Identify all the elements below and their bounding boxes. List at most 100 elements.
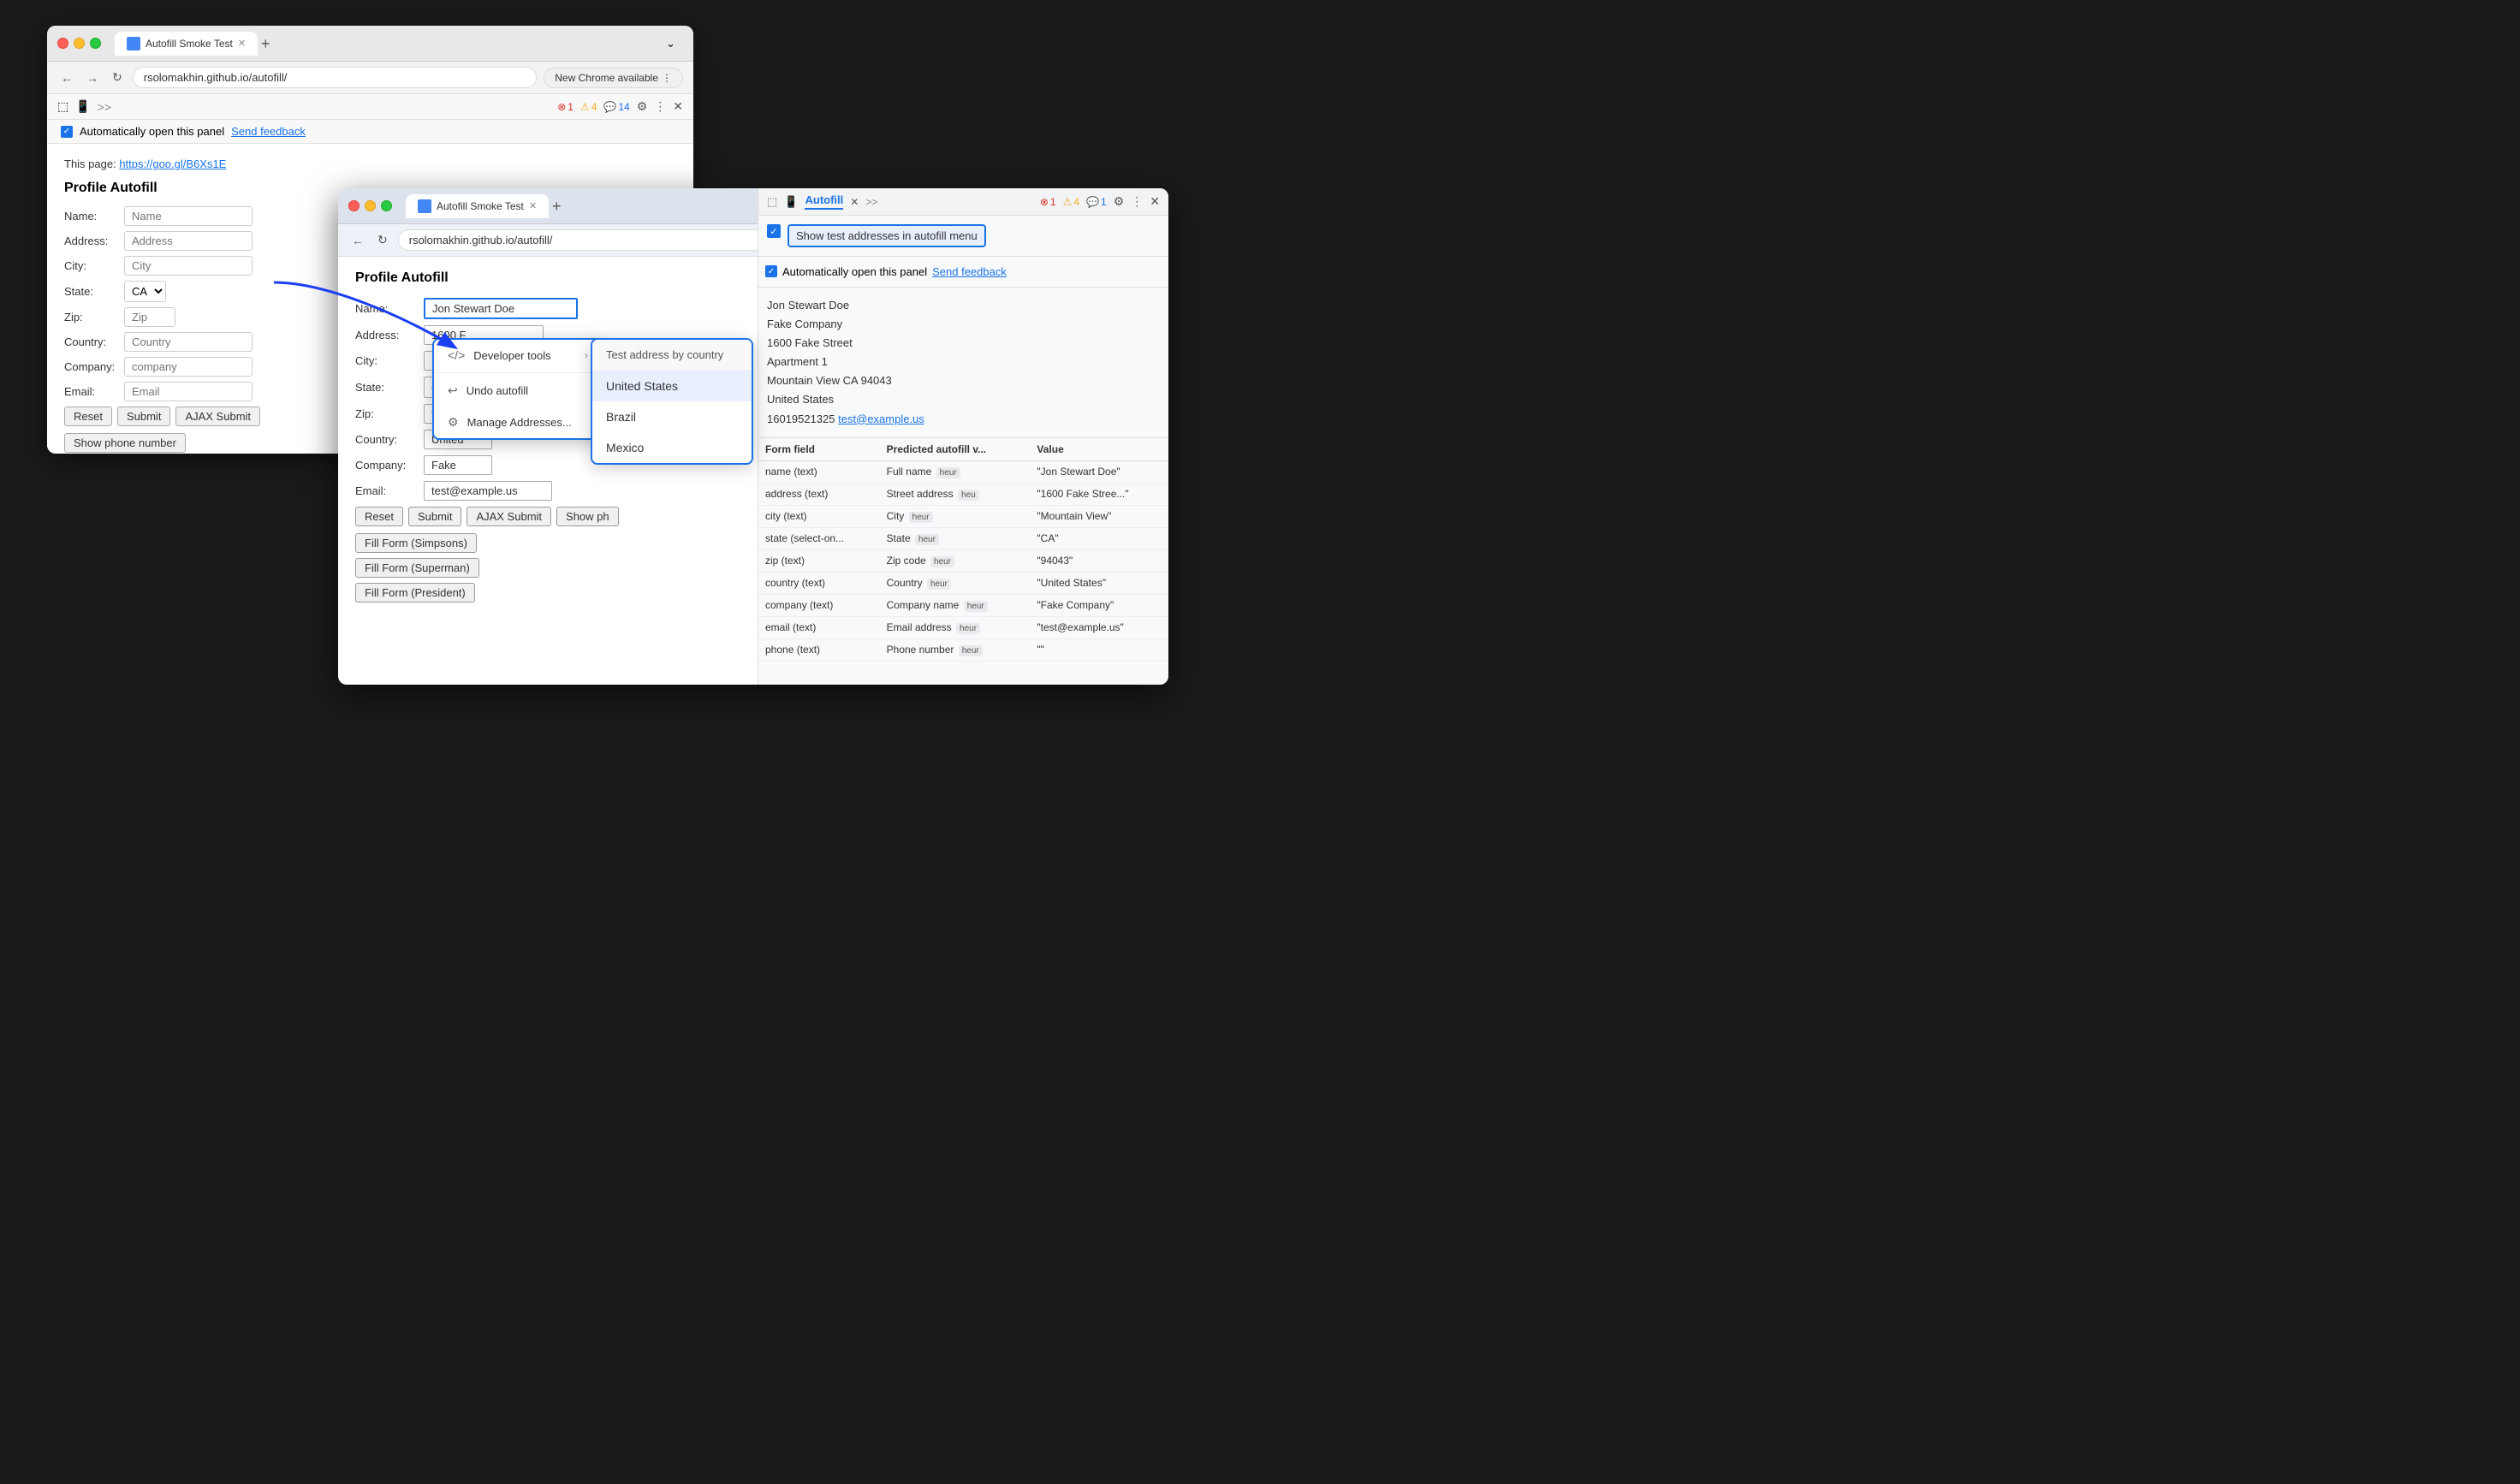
auto-open-checkbox-back[interactable]: ✓ (61, 126, 73, 138)
cursor-icon-back[interactable]: ⬚ (57, 99, 68, 114)
devtools-close-icon-back[interactable]: ✕ (673, 99, 683, 114)
tab-close-front[interactable]: ✕ (529, 200, 537, 211)
maximize-button-back[interactable] (90, 38, 101, 49)
cursor-tool-icon-front[interactable]: ⬚ (767, 195, 777, 209)
device-icon-back[interactable]: 📱 (75, 99, 90, 114)
autofill-tab-front[interactable]: Autofill (805, 193, 843, 210)
state-select-back[interactable]: CA (124, 281, 166, 302)
fill-superman-btn-front[interactable]: Fill Form (Superman) (355, 558, 479, 578)
show-phone-btn-front[interactable]: Show ph (556, 507, 619, 526)
table-row: phone (text) Phone number heur "" (758, 638, 1168, 661)
address-line1: Jon Stewart Doe (767, 296, 1160, 315)
new-chrome-label-back: New Chrome available (555, 72, 658, 84)
devtools-panel-front: ⬚ 📱 Autofill ✕ >> ⊗ 1 ⚠ 4 💬 1 ⚙ ⋮ ✕ ✓ Sh… (758, 188, 1168, 685)
active-tab-front[interactable]: Autofill Smoke Test ✕ (406, 194, 549, 218)
email-input-front[interactable] (424, 481, 552, 501)
window-menu-back[interactable]: ⌄ (666, 37, 683, 50)
address-input-back[interactable] (124, 231, 253, 251)
auto-open-checkbox-front[interactable]: ✓ (765, 265, 777, 277)
show-phone-btn-back[interactable]: Show phone number (64, 433, 186, 453)
zip-label-front: Zip: (355, 407, 424, 420)
zip-label-back: Zip: (64, 311, 124, 324)
table-cell-field: state (select-on... (758, 527, 880, 549)
address-label-front: Address: (355, 329, 424, 341)
back-button-front[interactable]: ← (348, 232, 367, 249)
send-feedback-link-front[interactable]: Send feedback (932, 265, 1007, 278)
fill-president-btn-front[interactable]: Fill Form (President) (355, 583, 475, 603)
maximize-button-front[interactable] (381, 200, 392, 211)
manage-icon: ⚙ (448, 415, 459, 430)
traffic-lights-back (57, 38, 101, 49)
device-tool-icon-front[interactable]: 📱 (784, 195, 798, 209)
address-preview-front: Jon Stewart Doe Fake Company 1600 Fake S… (758, 288, 1168, 438)
minimize-button-back[interactable] (74, 38, 85, 49)
close-button-back[interactable] (57, 38, 68, 49)
active-tab-back[interactable]: Autofill Smoke Test ✕ (115, 32, 258, 56)
address-line6: United States (767, 390, 1160, 409)
more-devtools-icon-front[interactable]: >> (865, 196, 877, 208)
devtools-bar-back: ⬚ 📱 >> ⊗ 1 ⚠ 4 💬 14 ⚙ ⋮ ✕ (47, 94, 693, 120)
table-row: country (text) Country heur "United Stat… (758, 572, 1168, 594)
company-input-back[interactable] (124, 357, 253, 377)
country-item-brazil[interactable]: Brazil (592, 401, 752, 432)
city-input-back[interactable] (124, 256, 253, 276)
address-email[interactable]: test@example.us (838, 413, 924, 425)
new-chrome-button-back[interactable]: New Chrome available ⋮ (544, 68, 683, 88)
table-cell-value: "Mountain View" (1030, 505, 1168, 527)
company-label-back: Company: (64, 360, 124, 373)
ajax-btn-back[interactable]: AJAX Submit (175, 407, 260, 426)
titlebar-back: Autofill Smoke Test ✕ + ⌄ (47, 26, 693, 62)
country-input-back[interactable] (124, 332, 253, 352)
table-cell-value: "1600 Fake Stree..." (1030, 483, 1168, 505)
email-input-back[interactable] (124, 382, 253, 401)
country-item-mexico[interactable]: Mexico (592, 432, 752, 463)
forward-button-back[interactable]: → (83, 69, 102, 86)
country-item-us[interactable]: United States (592, 371, 752, 401)
table-cell-predicted: Full name heur (880, 460, 1031, 483)
country-submenu-header: Test address by country (592, 340, 752, 371)
close-button-front[interactable] (348, 200, 360, 211)
tab-close-back[interactable]: ✕ (238, 38, 246, 49)
devtools-menu-icon-back[interactable]: ⋮ (654, 99, 666, 114)
close-autofill-tab-icon-front[interactable]: ✕ (850, 196, 859, 208)
city-label-back: City: (64, 259, 124, 272)
send-feedback-link-back[interactable]: Send feedback (231, 125, 306, 138)
new-tab-button-front[interactable]: + (552, 199, 562, 214)
reset-btn-back[interactable]: Reset (64, 407, 112, 426)
zip-input-back[interactable] (124, 307, 175, 327)
table-header-value: Value (1030, 438, 1168, 461)
city-label-front: City: (355, 354, 424, 367)
ajax-btn-front[interactable]: AJAX Submit (467, 507, 551, 526)
new-tab-button-back[interactable]: + (261, 36, 270, 51)
error-badge-front: ⊗ 1 (1040, 196, 1056, 208)
settings-icon-back[interactable]: ⚙ (637, 99, 648, 114)
fill-simpsons-btn-front[interactable]: Fill Form (Simpsons) (355, 533, 477, 553)
manage-addresses-item[interactable]: ⚙ Manage Addresses... (434, 407, 602, 438)
show-test-addresses-checkbox-front[interactable]: ✓ (767, 224, 781, 238)
developer-tools-item[interactable]: </> Developer tools › (434, 340, 602, 371)
devtools-close-icon-front[interactable]: ✕ (1150, 194, 1160, 209)
devtools-menu-icon-front[interactable]: ⋮ (1131, 194, 1143, 209)
page-link-back[interactable]: https://goo.gl/B6Xs1E (119, 157, 226, 170)
refresh-button-back[interactable]: ↻ (109, 68, 126, 86)
reset-btn-front[interactable]: Reset (355, 507, 403, 526)
address-bar-url-back: rsolomakhin.github.io/autofill/ (144, 71, 288, 84)
back-button-back[interactable]: ← (57, 69, 76, 86)
name-input-front[interactable] (424, 298, 578, 319)
table-row: address (text) Street address heu "1600 … (758, 483, 1168, 505)
settings-icon-front[interactable]: ⚙ (1114, 194, 1125, 209)
undo-autofill-item[interactable]: ↩ Undo autofill (434, 375, 602, 407)
address-bar-back[interactable]: rsolomakhin.github.io/autofill/ (133, 67, 538, 88)
more-tools-icon-back[interactable]: >> (98, 100, 111, 114)
address-label-back: Address: (64, 234, 124, 247)
submit-btn-front[interactable]: Submit (408, 507, 461, 526)
table-row: email (text) Email address heur "test@ex… (758, 616, 1168, 638)
minimize-button-front[interactable] (365, 200, 376, 211)
tab-favicon-front (418, 199, 431, 213)
company-input-front[interactable] (424, 455, 492, 475)
name-input-back[interactable] (124, 206, 253, 226)
company-label-front: Company: (355, 459, 424, 472)
submit-btn-back[interactable]: Submit (117, 407, 170, 426)
refresh-button-front[interactable]: ↻ (374, 231, 391, 249)
email-label-back: Email: (64, 385, 124, 398)
